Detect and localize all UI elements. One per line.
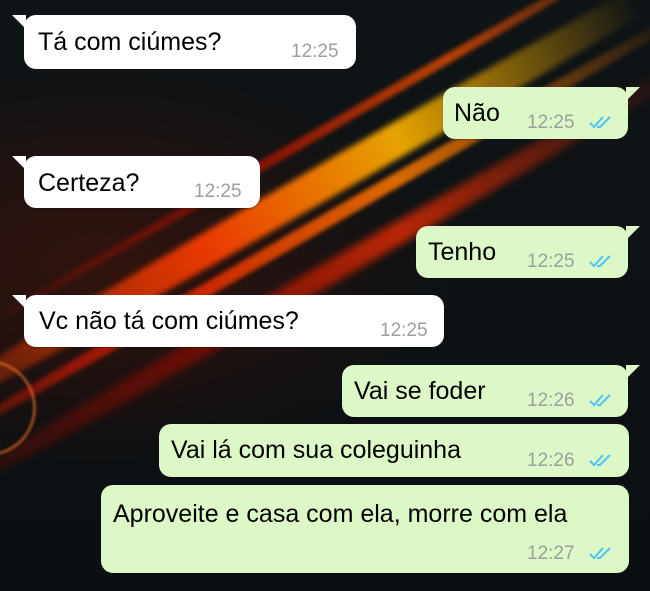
double-check-icon — [589, 454, 611, 467]
message-bubble-outgoing[interactable]: Não 12:25 — [443, 87, 640, 139]
message-text: Vai lá com sua coleguinha — [171, 436, 461, 464]
message-time: 12:25 — [380, 320, 428, 341]
message-bubble-outgoing[interactable]: Vai se foder 12:26 — [342, 365, 640, 417]
message-bubble-outgoing[interactable]: Aproveite e casa com ela, morre com ela … — [101, 485, 629, 573]
message-time: 12:25 — [194, 181, 242, 202]
message-time: 12:26 — [527, 450, 575, 471]
message-text: Aproveite e casa com ela, morre com ela — [113, 500, 568, 528]
message-text: Não — [454, 99, 500, 127]
message-bubble-incoming[interactable]: Tá com ciúmes? 12:25 — [12, 15, 356, 69]
message-time: 12:25 — [527, 112, 575, 133]
message-bubble-outgoing[interactable]: Vai lá com sua coleguinha 12:26 — [159, 424, 629, 477]
message-bubble-incoming[interactable]: Certeza? 12:25 — [12, 156, 260, 208]
message-text: Tá com ciúmes? — [38, 28, 222, 56]
double-check-icon — [589, 547, 611, 560]
message-text: Tenho — [428, 238, 497, 266]
message-text: Vc não tá com ciúmes? — [39, 307, 299, 335]
message-time: 12:26 — [527, 390, 575, 411]
message-time: 12:27 — [527, 543, 575, 564]
double-check-icon — [589, 394, 611, 407]
double-check-icon — [589, 116, 611, 129]
double-check-icon — [589, 255, 611, 268]
message-bubble-incoming[interactable]: Vc não tá com ciúmes? 12:25 — [12, 295, 444, 347]
message-text: Vai se foder — [354, 377, 486, 405]
message-text: Certeza? — [38, 169, 140, 197]
message-time: 12:25 — [291, 41, 339, 62]
message-bubble-outgoing[interactable]: Tenho 12:25 — [416, 226, 640, 278]
message-time: 12:25 — [527, 251, 575, 272]
